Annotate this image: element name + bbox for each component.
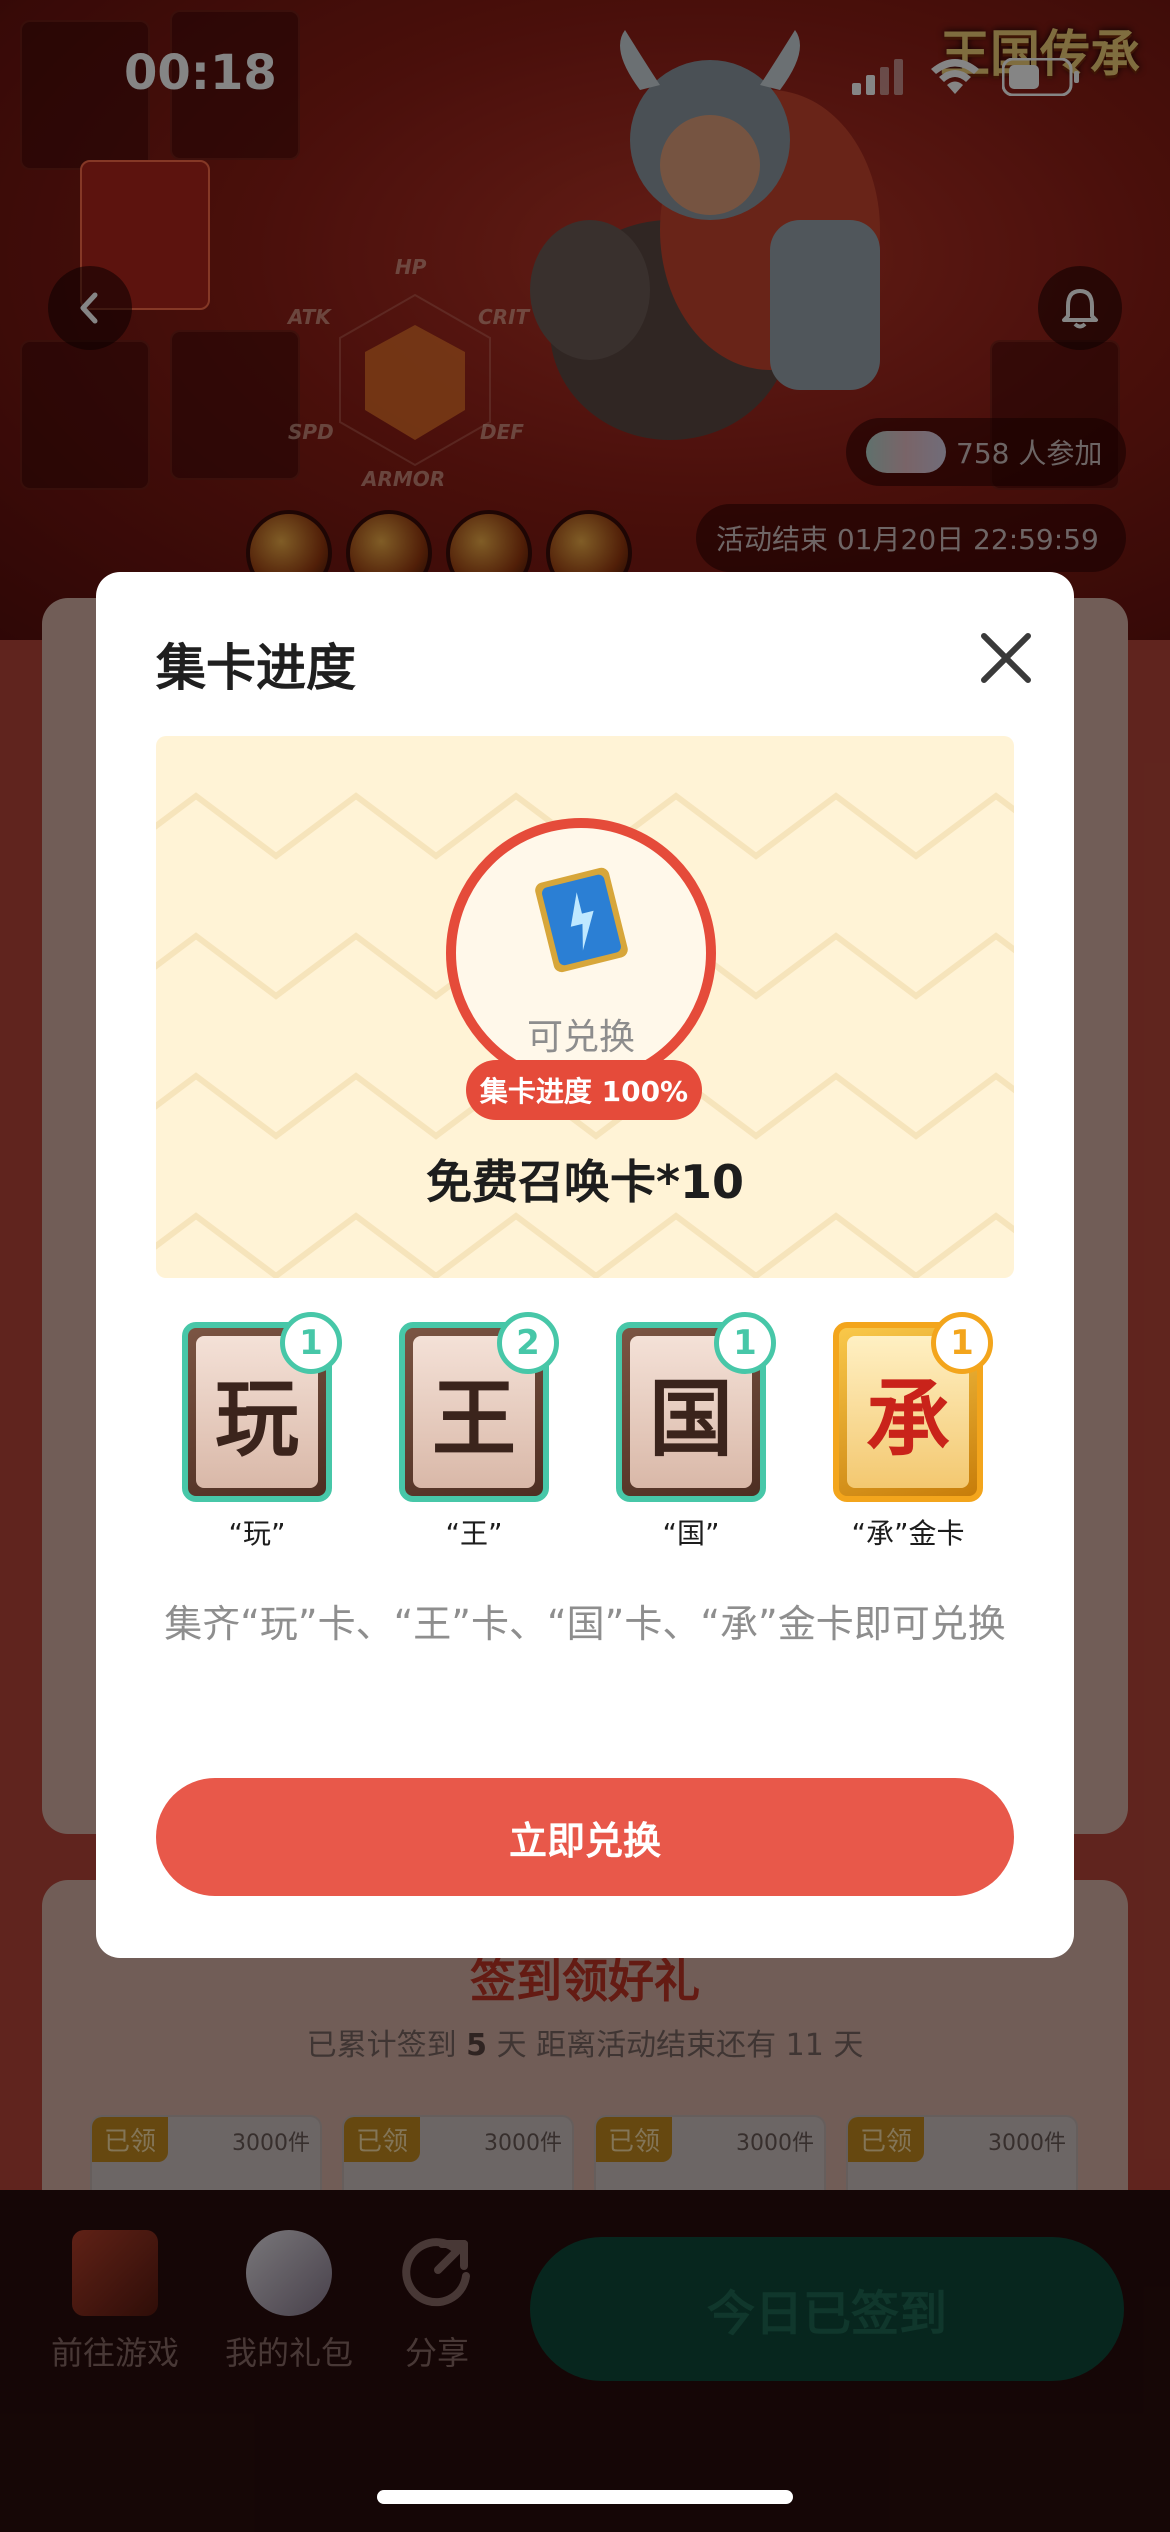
card-guo: 国 1 “国” xyxy=(616,1312,776,1552)
card-cheng-gold: 承 1 “承”金卡 xyxy=(833,1312,993,1552)
redeem-button[interactable]: 立即兑换 xyxy=(156,1778,1014,1896)
card-label: “承”金卡 xyxy=(851,1517,965,1550)
reward-name: 免费召唤卡*10 xyxy=(425,1155,745,1209)
collect-hint: 集齐“玩”卡、“王”卡、“国”卡、“承”金卡即可兑换 xyxy=(164,1602,1006,1646)
close-icon[interactable] xyxy=(974,626,1038,690)
progress-badge: 集卡进度 100% xyxy=(466,1060,702,1120)
card-wan: 玩 1 “玩” xyxy=(182,1312,342,1552)
card-wang: 王 2 “王” xyxy=(399,1312,559,1552)
card-progress-modal: 集卡进度 可兑换 集卡进度 100% 免费召唤卡*10 玩 1 “玩” 王 2 … xyxy=(96,572,1074,1958)
card-count-badge: 1 xyxy=(931,1312,993,1374)
card-label: “王” xyxy=(445,1517,503,1550)
modal-title: 集卡进度 xyxy=(156,639,356,697)
home-indicator[interactable] xyxy=(377,2490,793,2504)
card-label: “玩” xyxy=(228,1517,286,1550)
card-label: “国” xyxy=(662,1517,720,1550)
reward-ring: 可兑换 xyxy=(446,818,716,1088)
redeemable-text: 可兑换 xyxy=(526,1017,635,1058)
card-face: 王 2 xyxy=(399,1312,559,1502)
summon-card-icon xyxy=(535,867,628,973)
card-face: 承 1 xyxy=(833,1312,993,1502)
card-count-badge: 1 xyxy=(280,1312,342,1374)
card-count-badge: 1 xyxy=(714,1312,776,1374)
card-count-badge: 2 xyxy=(497,1312,559,1374)
reward-panel: 可兑换 集卡进度 100% 免费召唤卡*10 xyxy=(156,736,1014,1278)
card-face: 国 1 xyxy=(616,1312,776,1502)
card-face: 玩 1 xyxy=(182,1312,342,1502)
